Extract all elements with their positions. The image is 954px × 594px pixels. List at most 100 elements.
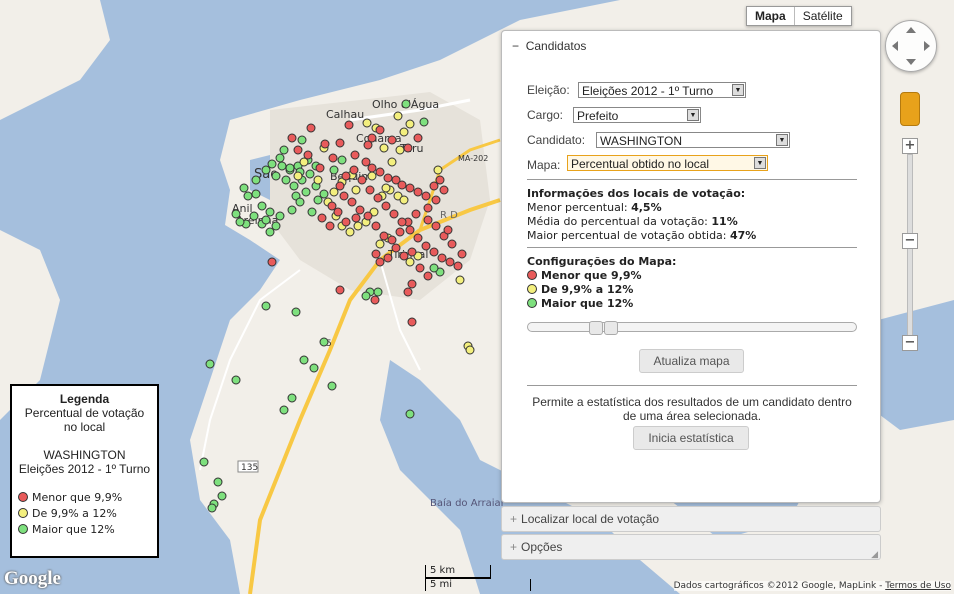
red-voting-marker[interactable]	[370, 295, 380, 305]
opcoes-section-header[interactable]: + Opções ◢	[501, 534, 881, 560]
red-voting-marker[interactable]	[421, 241, 431, 251]
red-voting-marker[interactable]	[306, 123, 316, 133]
eleicao-select[interactable]: Eleições 2012 - 1º Turno ▼	[578, 82, 746, 98]
green-voting-marker[interactable]	[205, 359, 215, 369]
range-slider[interactable]	[527, 321, 857, 335]
yellow-voting-marker[interactable]	[399, 127, 409, 137]
green-voting-marker[interactable]	[275, 211, 285, 221]
green-voting-marker[interactable]	[319, 337, 329, 347]
green-voting-marker[interactable]	[249, 211, 259, 221]
red-voting-marker[interactable]	[431, 221, 441, 231]
green-voting-marker[interactable]	[265, 207, 275, 217]
green-voting-marker[interactable]	[305, 169, 315, 179]
red-voting-marker[interactable]	[391, 243, 401, 253]
red-voting-marker[interactable]	[453, 261, 463, 271]
green-voting-marker[interactable]	[207, 503, 217, 513]
range-slider-handle-max[interactable]	[604, 321, 618, 335]
red-voting-marker[interactable]	[293, 145, 303, 155]
green-voting-marker[interactable]	[267, 159, 277, 169]
red-voting-marker[interactable]	[429, 181, 439, 191]
range-slider-handle-min[interactable]	[589, 321, 603, 335]
yellow-voting-marker[interactable]	[375, 239, 385, 249]
green-voting-marker[interactable]	[213, 477, 223, 487]
red-voting-marker[interactable]	[387, 235, 397, 245]
red-voting-marker[interactable]	[367, 163, 377, 173]
red-voting-marker[interactable]	[355, 205, 365, 215]
red-voting-marker[interactable]	[335, 138, 345, 148]
red-voting-marker[interactable]	[344, 120, 354, 130]
green-voting-marker[interactable]	[251, 189, 261, 199]
red-voting-marker[interactable]	[365, 185, 375, 195]
resize-grip-icon[interactable]: ◢	[871, 549, 878, 559]
green-voting-marker[interactable]	[285, 163, 295, 173]
red-voting-marker[interactable]	[431, 195, 441, 205]
green-voting-marker[interactable]	[361, 291, 371, 301]
green-voting-marker[interactable]	[297, 135, 307, 145]
red-voting-marker[interactable]	[328, 153, 338, 163]
red-voting-marker[interactable]	[375, 257, 385, 267]
red-voting-marker[interactable]	[423, 203, 433, 213]
green-voting-marker[interactable]	[277, 161, 287, 171]
red-voting-marker[interactable]	[351, 213, 361, 223]
green-voting-marker[interactable]	[329, 165, 339, 175]
red-voting-marker[interactable]	[405, 183, 415, 193]
yellow-voting-marker[interactable]	[395, 145, 405, 155]
red-voting-marker[interactable]	[339, 191, 349, 201]
yellow-voting-marker[interactable]	[381, 183, 391, 193]
green-voting-marker[interactable]	[271, 221, 281, 231]
red-voting-marker[interactable]	[421, 191, 431, 201]
red-voting-marker[interactable]	[303, 150, 313, 160]
green-voting-marker[interactable]	[235, 217, 245, 227]
red-voting-marker[interactable]	[267, 257, 277, 267]
green-voting-marker[interactable]	[261, 215, 271, 225]
red-voting-marker[interactable]	[361, 157, 371, 167]
red-voting-marker[interactable]	[371, 221, 381, 231]
red-voting-marker[interactable]	[397, 217, 407, 227]
green-voting-marker[interactable]	[257, 201, 267, 211]
green-voting-marker[interactable]	[309, 363, 319, 373]
google-logo[interactable]: Google	[4, 568, 61, 590]
green-voting-marker[interactable]	[401, 99, 411, 109]
green-voting-marker[interactable]	[275, 153, 285, 163]
yellow-voting-marker[interactable]	[387, 157, 397, 167]
green-voting-marker[interactable]	[279, 145, 289, 155]
zoom-slider-handle[interactable]: −	[902, 233, 918, 249]
yellow-voting-marker[interactable]	[433, 165, 443, 175]
red-voting-marker[interactable]	[447, 239, 457, 249]
red-voting-marker[interactable]	[315, 163, 325, 173]
green-voting-marker[interactable]	[243, 191, 253, 201]
green-voting-marker[interactable]	[429, 263, 439, 273]
red-voting-marker[interactable]	[413, 133, 423, 143]
yellow-voting-marker[interactable]	[393, 111, 403, 121]
green-voting-marker[interactable]	[251, 175, 261, 185]
red-voting-marker[interactable]	[335, 285, 345, 295]
map-type-satelite-button[interactable]: Satélite	[795, 7, 851, 25]
red-voting-marker[interactable]	[375, 167, 385, 177]
red-voting-marker[interactable]	[335, 181, 345, 191]
green-voting-marker[interactable]	[279, 405, 289, 415]
yellow-voting-marker[interactable]	[367, 171, 377, 181]
zoom-in-button[interactable]: +	[902, 138, 918, 154]
red-voting-marker[interactable]	[350, 150, 360, 160]
street-view-pegman-icon[interactable]	[900, 92, 920, 126]
yellow-voting-marker[interactable]	[455, 275, 465, 285]
red-voting-marker[interactable]	[357, 175, 367, 185]
red-voting-marker[interactable]	[387, 135, 397, 145]
green-voting-marker[interactable]	[405, 409, 415, 419]
red-voting-marker[interactable]	[325, 221, 335, 231]
red-voting-marker[interactable]	[413, 187, 423, 197]
green-voting-marker[interactable]	[301, 187, 311, 197]
yellow-voting-marker[interactable]	[405, 257, 415, 267]
red-voting-marker[interactable]	[403, 287, 413, 297]
red-voting-marker[interactable]	[437, 253, 447, 263]
green-voting-marker[interactable]	[261, 165, 271, 175]
localizar-section-header[interactable]: + Localizar local de votação	[501, 506, 881, 532]
red-voting-marker[interactable]	[415, 263, 425, 273]
red-voting-marker[interactable]	[429, 247, 439, 257]
red-voting-marker[interactable]	[423, 215, 433, 225]
red-voting-marker[interactable]	[413, 233, 423, 243]
red-voting-marker[interactable]	[445, 257, 455, 267]
green-voting-marker[interactable]	[231, 375, 241, 385]
red-voting-marker[interactable]	[320, 139, 330, 149]
red-voting-marker[interactable]	[381, 201, 391, 211]
